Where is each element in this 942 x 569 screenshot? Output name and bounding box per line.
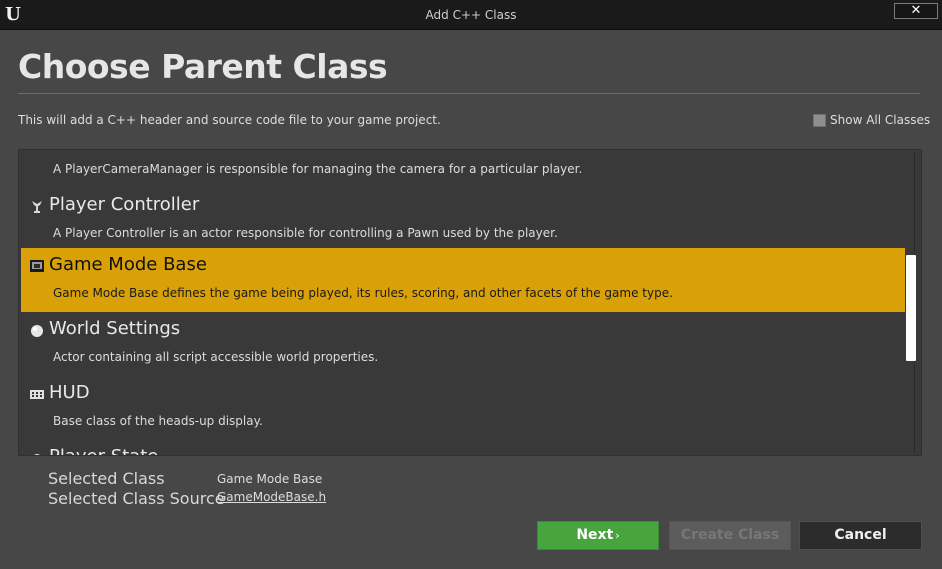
add-cpp-class-window: U Add C++ Class ✕ Choose Parent Class Th…: [0, 0, 942, 569]
show-all-classes-label: Show All Classes: [830, 113, 931, 127]
selected-class-source-label: Selected Class Source: [48, 489, 225, 508]
list-item-description: Actor containing all script accessible w…: [53, 350, 379, 364]
list-item[interactable]: A PlayerCameraManager is responsible for…: [21, 150, 905, 188]
player-state-icon: [34, 454, 40, 455]
list-item-description: A Player Controller is an actor responsi…: [53, 226, 558, 240]
close-icon: ✕: [910, 3, 922, 18]
cancel-button[interactable]: Cancel: [799, 521, 922, 550]
class-list: A PlayerCameraManager is responsible for…: [18, 149, 922, 456]
create-class-button-label: Create Class: [680, 527, 780, 543]
world-settings-icon: [31, 325, 43, 337]
list-item-name: Player State: [49, 445, 158, 455]
selected-class-value: Game Mode Base: [217, 472, 323, 486]
close-button[interactable]: ✕: [894, 3, 938, 19]
cancel-button-label: Cancel: [834, 527, 887, 543]
list-item-name: Player Controller: [49, 194, 200, 215]
next-button-label: Next: [576, 527, 614, 543]
selected-class-label: Selected Class: [48, 469, 165, 488]
list-item-description: A PlayerCameraManager is responsible for…: [53, 162, 583, 176]
list-item-description: Base class of the heads-up display.: [53, 414, 263, 428]
game-mode-icon: [30, 260, 44, 272]
scrollbar-thumb[interactable]: [906, 255, 916, 361]
title-bar[interactable]: U Add C++ Class ✕: [0, 0, 942, 30]
list-item-game-mode-base[interactable]: Game Mode Base Game Mode Base defines th…: [21, 248, 905, 312]
create-class-button[interactable]: Create Class: [669, 521, 791, 550]
window-title: Add C++ Class: [425, 8, 517, 22]
player-controller-icon: [32, 201, 42, 213]
list-scrollbar[interactable]: [903, 150, 921, 455]
next-button[interactable]: Next ›: [537, 521, 659, 550]
show-all-classes-checkbox[interactable]: [813, 114, 826, 127]
list-item-name: World Settings: [49, 318, 181, 339]
list-item-player-state[interactable]: Player State: [21, 440, 905, 455]
list-item-name: Game Mode Base: [49, 254, 207, 275]
chevron-right-icon: ›: [615, 529, 620, 542]
dialog-description: This will add a C++ header and source co…: [18, 113, 441, 127]
page-title: Choose Parent Class: [18, 47, 388, 86]
list-item-player-controller[interactable]: Player Controller A Player Controller is…: [21, 188, 905, 252]
list-item-description: Game Mode Base defines the game being pl…: [53, 286, 673, 300]
list-item-world-settings[interactable]: World Settings Actor containing all scri…: [21, 312, 905, 376]
list-item-name: HUD: [49, 382, 90, 403]
hud-icon: [30, 390, 44, 399]
selected-class-source-link[interactable]: GameModeBase.h: [217, 490, 326, 504]
title-divider: [18, 93, 920, 94]
list-item-hud[interactable]: HUD Base class of the heads-up display.: [21, 376, 905, 440]
